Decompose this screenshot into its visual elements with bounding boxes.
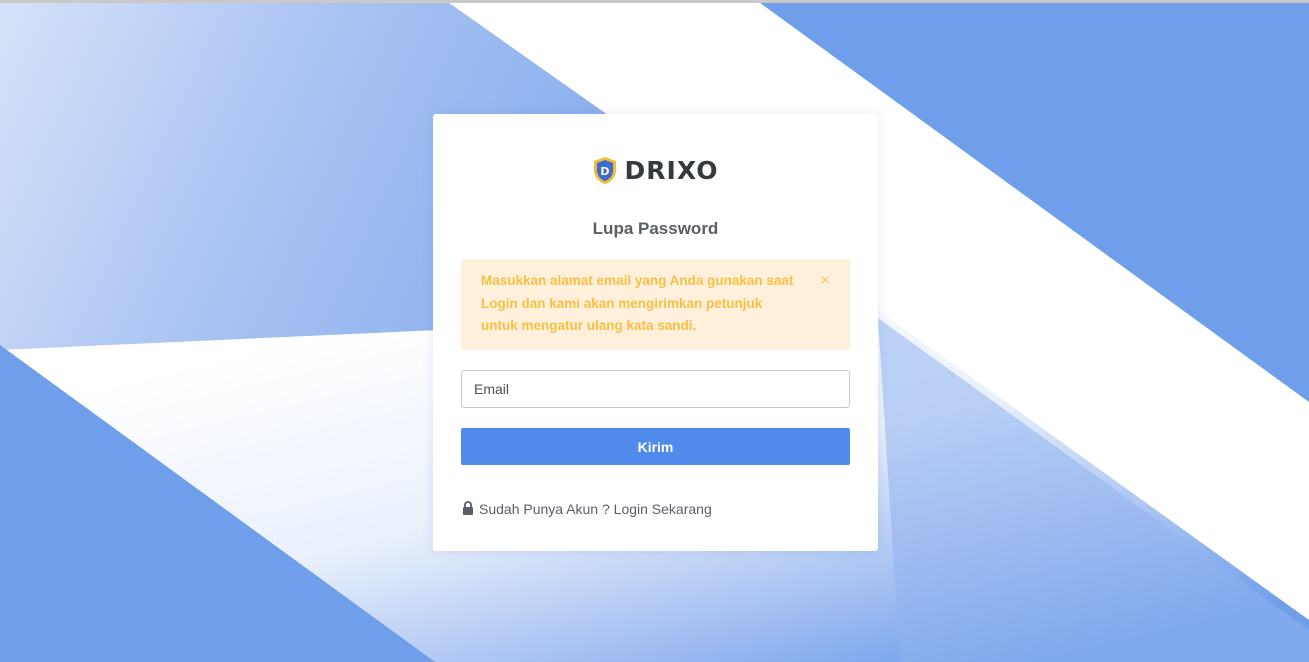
page-background: D DRIXO Lupa Password Masukkan alamat em… bbox=[0, 0, 1309, 662]
forgot-password-card: D DRIXO Lupa Password Masukkan alamat em… bbox=[433, 114, 878, 551]
email-input[interactable] bbox=[461, 370, 850, 408]
window-top-border bbox=[0, 0, 1309, 3]
login-link-label: Sudah Punya Akun ? Login Sekarang bbox=[479, 501, 712, 517]
page-title: Lupa Password bbox=[592, 219, 719, 238]
close-icon[interactable]: × bbox=[821, 273, 830, 289]
lock-icon bbox=[463, 501, 473, 515]
logo-letter: D bbox=[600, 165, 609, 178]
info-alert: Masukkan alamat email yang Anda gunakan … bbox=[461, 259, 850, 350]
submit-button[interactable]: Kirim bbox=[461, 428, 850, 465]
shield-icon: D bbox=[593, 156, 616, 184]
brand-logo[interactable]: D DRIXO bbox=[433, 154, 878, 186]
alert-message: Masukkan alamat email yang Anda gunakan … bbox=[481, 273, 794, 333]
brand-name: DRIXO bbox=[624, 155, 719, 185]
login-link[interactable]: Sudah Punya Akun ? Login Sekarang bbox=[462, 501, 712, 517]
